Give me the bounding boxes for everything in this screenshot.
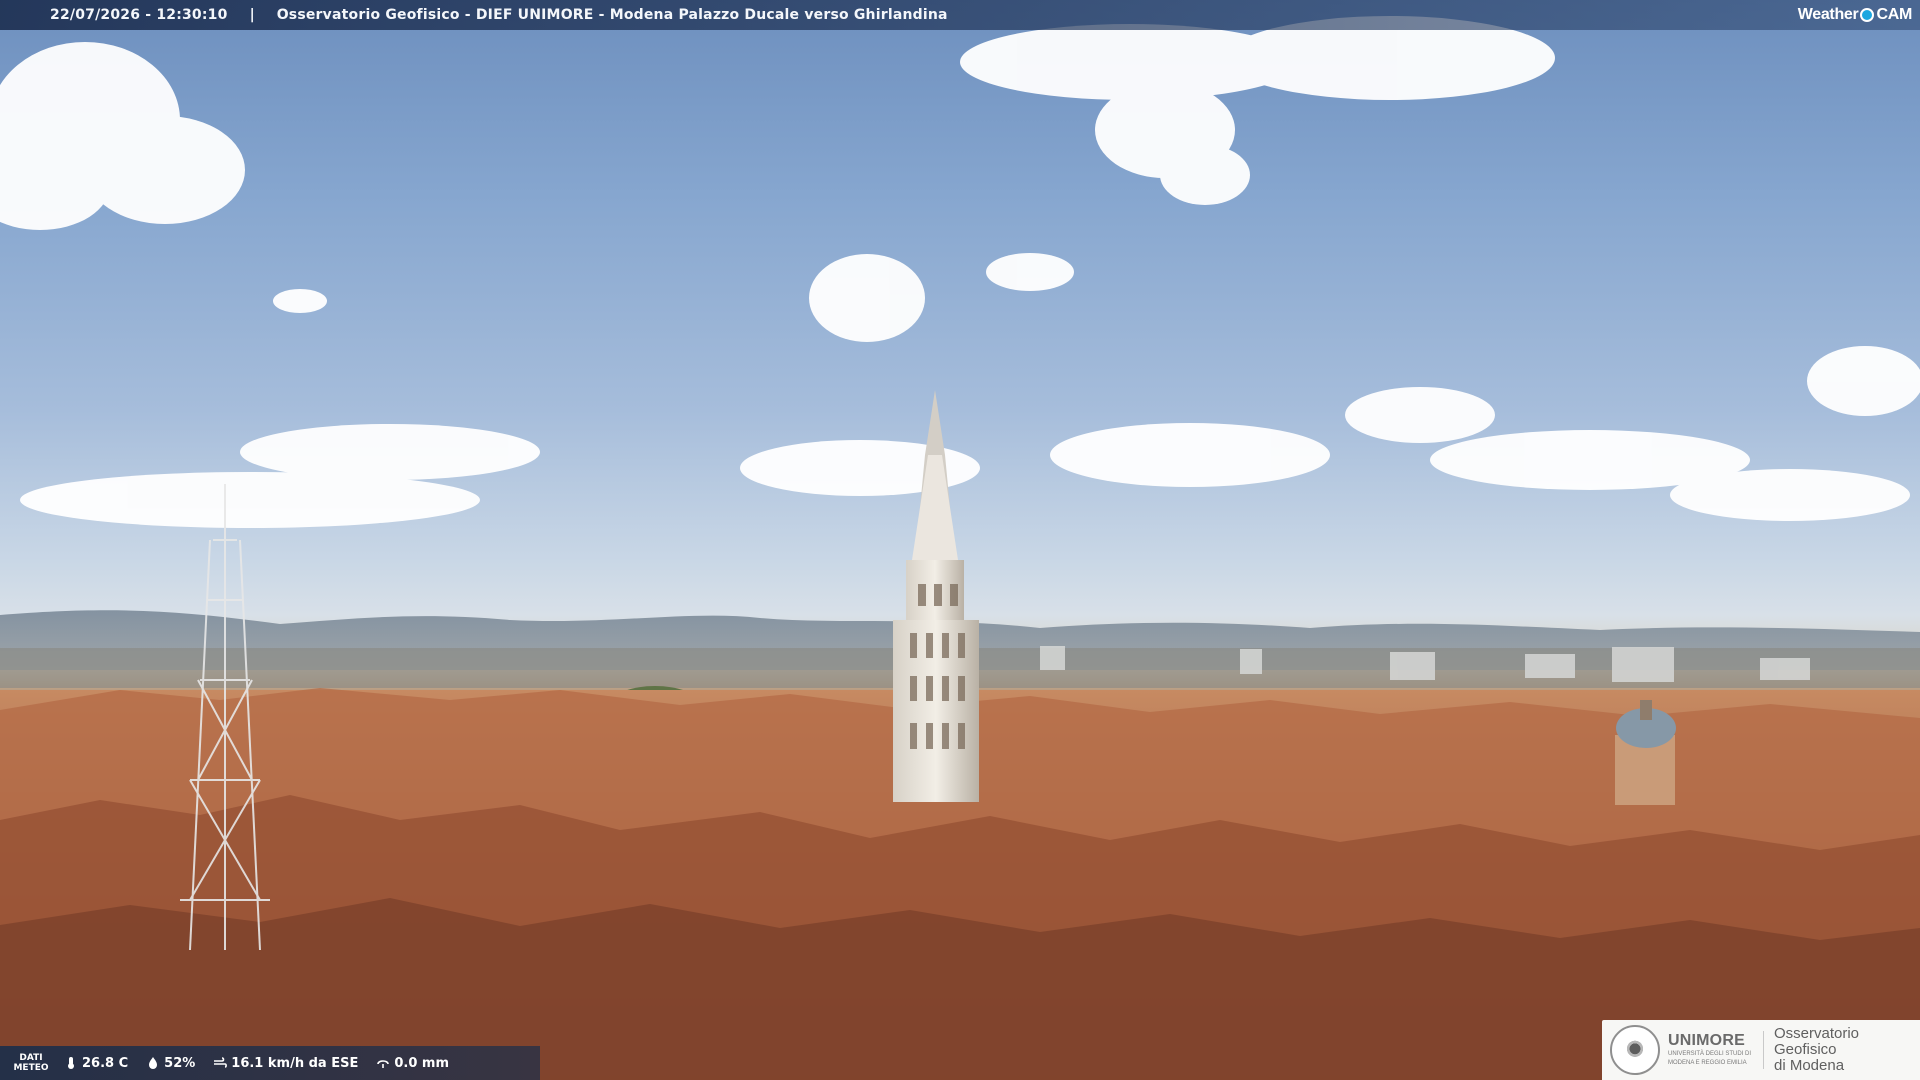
unimore-logo-box: UNIMORE UNIVERSITÀ DEGLI STUDI DI MODENA… — [1602, 1020, 1920, 1080]
right-dome — [1615, 700, 1676, 805]
university-sub-line-1: UNIVERSITÀ DEGLI STUDI DI — [1668, 1051, 1752, 1057]
webcam-frame: 22/07/2026 - 12:30:10 | Osservatorio Geo… — [0, 0, 1920, 1080]
rain-icon — [377, 1060, 390, 1068]
camera-title: Osservatorio Geofisico - DIEF UNIMORE - … — [276, 7, 948, 23]
dati-line-1: DATI — [19, 1053, 43, 1063]
title-separator: | — [249, 7, 255, 23]
dati-line-2: METEO — [13, 1063, 49, 1073]
university-name-text: UNIMORE — [1668, 1032, 1745, 1049]
temperature-item: 26.8 C — [64, 1056, 128, 1071]
university-sub-line-2: MODENA E REGGIO EMILIA — [1668, 1060, 1747, 1066]
humidity-item: 52% — [146, 1056, 195, 1071]
wind-icon — [214, 1057, 228, 1068]
weathercam-logo: Weather CAM — [1798, 0, 1920, 30]
observatory-line-1: Osservatorio Geofisico — [1773, 1025, 1860, 1058]
wind-value: 16.1 km/h da ESE — [231, 1055, 359, 1071]
humidity-value: 52% — [164, 1055, 196, 1071]
clouds — [0, 16, 1920, 528]
timestamp: 22/07/2026 - 12:30:10 — [50, 7, 228, 23]
wind-item: 16.1 km/h da ESE — [213, 1056, 358, 1071]
thermometer-icon — [68, 1057, 74, 1069]
camera-dot-icon — [1860, 8, 1875, 22]
brand-prefix: Weather — [1797, 6, 1859, 23]
university-name: UNIMORE — [1668, 1033, 1751, 1049]
droplet-icon — [149, 1057, 158, 1069]
top-info-bar: 22/07/2026 - 12:30:10 | Osservatorio Geo… — [0, 0, 1920, 30]
rain-value: 0.0 mm — [394, 1055, 449, 1071]
logo-divider — [1763, 1031, 1764, 1069]
city-scene — [0, 0, 1920, 1080]
brand-suffix: CAM — [1876, 6, 1912, 23]
university-block: UNIMORE UNIVERSITÀ DEGLI STUDI DI MODENA… — [1668, 1033, 1751, 1067]
temperature-value: 26.8 C — [82, 1055, 129, 1071]
brand-cam: CAM — [1860, 6, 1912, 24]
scene-image — [0, 16, 1920, 1080]
rain-item: 0.0 mm — [376, 1056, 449, 1071]
observatory-name: Osservatorio Geofisico di Modena — [1774, 1026, 1920, 1074]
weather-strip: DATI METEO 26.8 C 52% 16.1 km/h da ESE 0… — [0, 1046, 540, 1080]
dati-meteo-label: DATI METEO — [6, 1053, 56, 1073]
university-seal-icon — [1610, 1025, 1660, 1075]
observatory-line-2: di Modena — [1773, 1057, 1845, 1074]
